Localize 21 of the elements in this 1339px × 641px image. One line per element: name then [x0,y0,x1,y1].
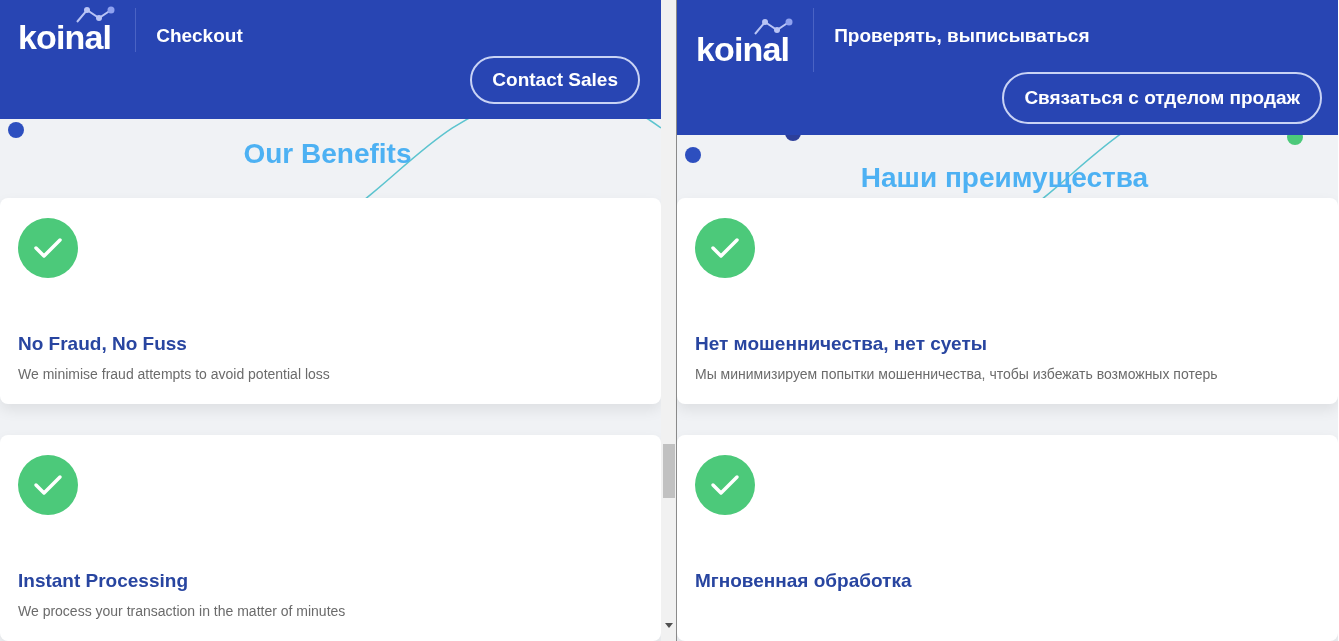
contact-sales-button[interactable]: Contact Sales [470,56,640,104]
checkmark-icon [18,218,78,278]
benefit-title: No Fraud, No Fuss [18,332,187,356]
benefit-title: Instant Processing [18,569,188,593]
contact-sales-button[interactable]: Связаться с отделом продаж [1002,72,1322,124]
scrollbar-thumb[interactable] [663,444,675,498]
page-title: Проверять, выписываться [834,24,1090,48]
section-title: Our Benefits [243,137,413,169]
benefit-description: We minimise fraud attempts to avoid potential loss [18,365,330,384]
scroll-down-icon[interactable] [665,623,673,629]
checkmark-icon [695,455,755,515]
benefit-description: We process your transaction in the matter of minutes [18,602,346,621]
checkmark-icon [18,455,78,515]
benefit-description: Мы минимизируем попытки мошенничества, чтобы избежать возможных потерь [695,365,1218,384]
checkmark-icon [695,218,755,278]
benefit-title: Мгновенная обработка [695,569,912,593]
benefit-title: Нет мошенничества, нет суеты [695,332,987,356]
logo: koinal [18,20,112,54]
page-title: Checkout [156,24,243,48]
logo: koinal [696,32,790,66]
scrollbar[interactable] [661,0,677,641]
